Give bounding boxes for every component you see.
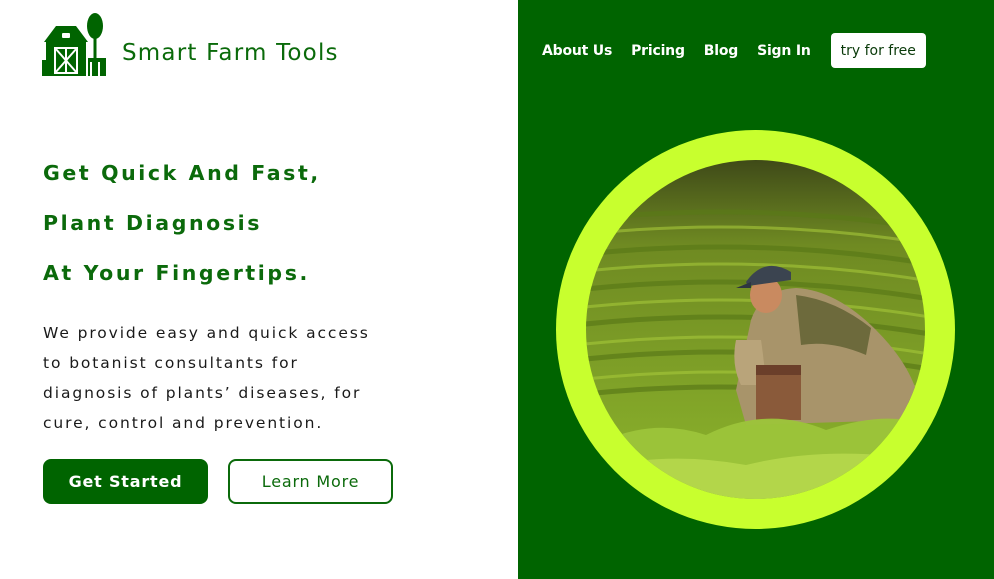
brand-logo[interactable]: Smart Farm Tools [42,12,339,76]
headline-line-2: Plant Diagnosis [43,211,263,235]
get-started-button[interactable]: Get Started [43,459,208,504]
headline-line-1: Get Quick And Fast, [43,161,321,185]
description-line-4: cure, control and prevention. [43,414,324,432]
description-line-2: to botanist consultants for [43,354,299,372]
left-panel: Smart Farm Tools Get Quick And Fast, Pla… [0,0,518,579]
farmer-in-field-illustration [586,160,925,499]
hero-photo-farmer [586,160,925,499]
nav-link-about-us[interactable]: About Us [542,43,612,59]
description-line-1: We provide easy and quick access [43,324,370,342]
nav-link-pricing[interactable]: Pricing [631,43,685,59]
top-nav: About Us Pricing Blog Sign In try for fr… [542,33,926,68]
try-for-free-button[interactable]: try for free [830,33,926,68]
description-line-3: diagnosis of plants’ diseases, for [43,384,362,402]
learn-more-button[interactable]: Learn More [228,459,393,504]
hero-description: We provide easy and quick access to bota… [43,318,463,438]
hero-headline: Get Quick And Fast, Plant Diagnosis At Y… [43,152,321,302]
brand-name: Smart Farm Tools [122,40,339,66]
nav-link-sign-in[interactable]: Sign In [757,43,811,59]
barn-with-tree-icon [42,13,106,76]
headline-line-3: At Your Fingertips. [43,261,310,285]
nav-link-blog[interactable]: Blog [704,43,739,59]
